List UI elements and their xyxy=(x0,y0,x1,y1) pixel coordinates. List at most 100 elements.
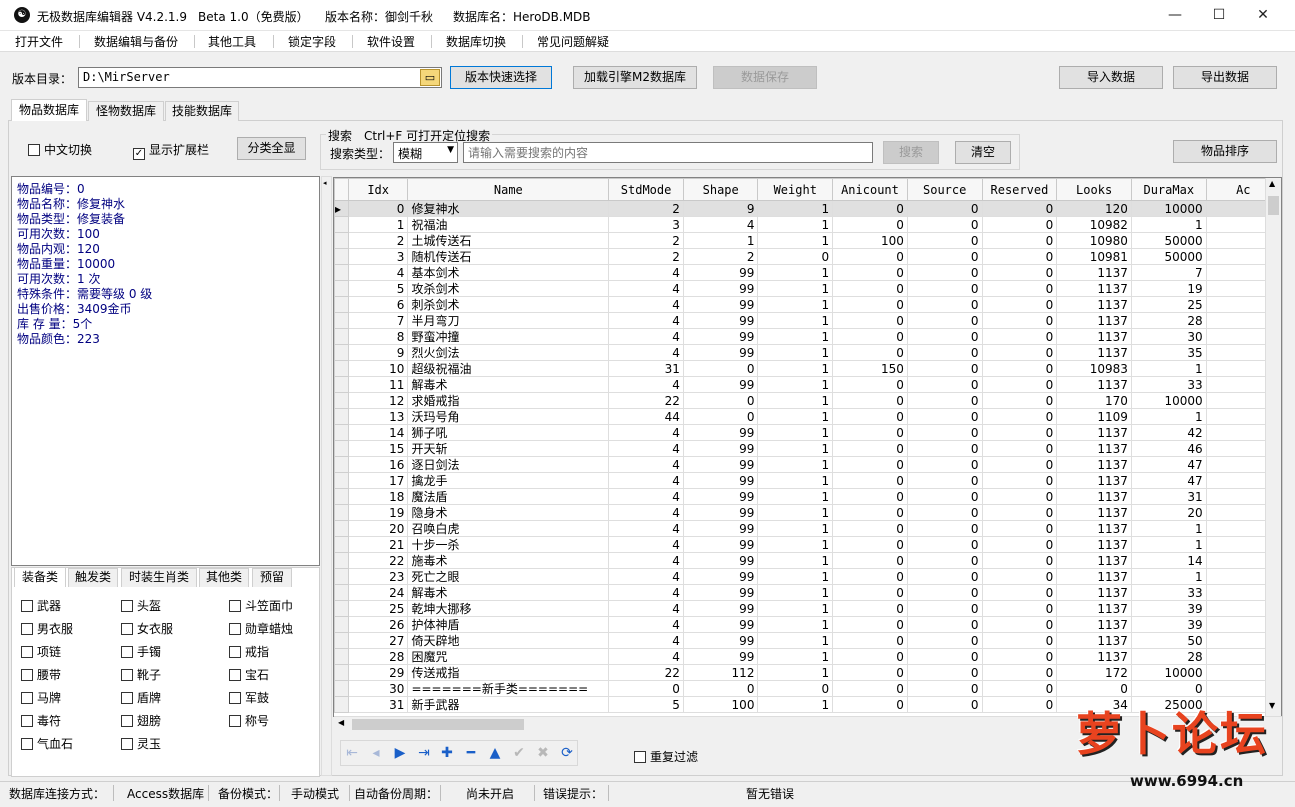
table-cell[interactable]: 0 xyxy=(832,696,908,713)
table-cell[interactable]: 7 xyxy=(347,312,409,329)
table-cell[interactable]: 1 xyxy=(757,456,834,473)
table-cell[interactable]: 0 xyxy=(906,488,983,505)
table-cell[interactable]: 0 xyxy=(906,312,983,329)
table-cell[interactable]: 26 xyxy=(347,616,409,633)
menu-faq[interactable]: 常见问题解疑 xyxy=(537,33,609,50)
table-cell[interactable]: 0 xyxy=(906,472,983,489)
table-cell[interactable]: 1137 xyxy=(1056,376,1132,393)
show-extension-checkbox[interactable]: ✓ 显示扩展栏 xyxy=(133,141,209,160)
table-row[interactable]: 6 刺杀剑术 4 99 1 0 0 0 1137 25 xyxy=(334,296,1281,313)
table-cell[interactable]: 0 xyxy=(981,376,1058,393)
table-cell[interactable]: 1 xyxy=(757,312,834,329)
table-row[interactable]: 29 传送戒指 22 112 1 0 0 0 172 10000 xyxy=(334,664,1281,681)
table-cell[interactable]: 0 xyxy=(981,568,1058,585)
table-cell[interactable]: 0 xyxy=(906,520,983,537)
table-cell[interactable]: 1 xyxy=(757,664,834,681)
table-cell[interactable]: 0 xyxy=(906,440,983,457)
column-header[interactable]: Idx xyxy=(347,178,409,201)
table-cell[interactable]: 沃玛号角 xyxy=(407,408,610,425)
up-icon[interactable]: ▲ xyxy=(485,744,505,762)
table-cell[interactable]: 4 xyxy=(608,424,684,441)
table-cell[interactable]: 烈火剑法 xyxy=(407,344,610,361)
table-cell[interactable]: 4 xyxy=(608,632,684,649)
tab-items[interactable]: 物品数据库 xyxy=(11,99,87,121)
table-cell[interactable]: 0 xyxy=(981,360,1058,377)
table-cell[interactable]: 31 xyxy=(608,360,684,377)
table-cell[interactable]: 10980 xyxy=(1056,232,1132,249)
table-cell[interactable]: 1 xyxy=(1130,568,1207,585)
table-cell[interactable]: 18 xyxy=(347,488,409,505)
table-cell[interactable]: 1 xyxy=(757,488,834,505)
table-cell[interactable]: 0 xyxy=(832,648,908,665)
table-cell[interactable]: 50 xyxy=(1130,632,1207,649)
table-cell[interactable]: 120 xyxy=(1056,200,1132,217)
table-cell[interactable]: 0 xyxy=(906,200,983,217)
table-cell[interactable]: 0 xyxy=(981,200,1058,217)
column-header[interactable]: StdMode xyxy=(608,178,684,201)
table-cell[interactable]: 1 xyxy=(757,296,834,313)
category-checkbox[interactable]: 男衣服 xyxy=(21,620,73,637)
category-checkbox[interactable]: 翅膀 xyxy=(121,712,161,729)
table-cell[interactable]: 隐身术 xyxy=(407,504,610,521)
table-cell[interactable]: 新手武器 xyxy=(407,696,610,713)
table-cell[interactable]: 野蛮冲撞 xyxy=(407,328,610,345)
table-cell[interactable]: 35 xyxy=(1130,344,1207,361)
table-cell[interactable]: 17 xyxy=(347,472,409,489)
table-cell[interactable]: 50000 xyxy=(1130,248,1207,265)
table-cell[interactable]: 0 xyxy=(832,600,908,617)
table-cell[interactable]: 1 xyxy=(757,568,834,585)
table-cell[interactable]: 0 xyxy=(906,280,983,297)
table-cell[interactable]: 4 xyxy=(608,488,684,505)
table-cell[interactable]: 10000 xyxy=(1130,392,1207,409)
table-cell[interactable]: 0 xyxy=(981,552,1058,569)
table-row[interactable]: 5 攻杀剑术 4 99 1 0 0 0 1137 19 xyxy=(334,280,1281,297)
table-cell[interactable]: 99 xyxy=(682,536,759,553)
table-cell[interactable]: 2 xyxy=(608,248,684,265)
table-cell[interactable]: 12 xyxy=(347,392,409,409)
table-cell[interactable]: 0 xyxy=(832,424,908,441)
table-cell[interactable]: 1 xyxy=(1130,216,1207,233)
table-cell[interactable]: 1 xyxy=(757,200,834,217)
table-cell[interactable]: 99 xyxy=(682,584,759,601)
table-row[interactable]: 30 =======新手类======= 0 0 0 0 0 0 0 0 xyxy=(334,680,1281,697)
category-checkbox[interactable]: 毒符 xyxy=(21,712,61,729)
table-cell[interactable]: 15 xyxy=(347,440,409,457)
table-cell[interactable]: 99 xyxy=(682,456,759,473)
table-cell[interactable]: 1137 xyxy=(1056,584,1132,601)
table-cell[interactable]: 99 xyxy=(682,616,759,633)
table-cell[interactable]: 1 xyxy=(1130,360,1207,377)
table-cell[interactable]: 0 xyxy=(981,264,1058,281)
table-cell[interactable]: 27 xyxy=(347,632,409,649)
table-cell[interactable]: 10982 xyxy=(1056,216,1132,233)
table-cell[interactable]: 0 xyxy=(981,504,1058,521)
table-cell[interactable]: 0 xyxy=(981,584,1058,601)
table-cell[interactable]: 99 xyxy=(682,632,759,649)
category-checkbox[interactable]: 武器 xyxy=(21,597,61,614)
table-cell[interactable]: 0 xyxy=(906,424,983,441)
table-cell[interactable]: 112 xyxy=(682,664,759,681)
table-cell[interactable]: 172 xyxy=(1056,664,1132,681)
table-cell[interactable]: 0 xyxy=(981,424,1058,441)
table-row[interactable]: 24 解毒术 4 99 1 0 0 0 1137 33 xyxy=(334,584,1281,601)
table-cell[interactable]: 2 xyxy=(608,200,684,217)
table-cell[interactable]: 0 xyxy=(981,696,1058,713)
table-cell[interactable]: 16 xyxy=(347,456,409,473)
table-cell[interactable]: 1 xyxy=(1130,536,1207,553)
table-cell[interactable]: 0 xyxy=(832,248,908,265)
table-cell[interactable]: 0 xyxy=(981,440,1058,457)
table-cell[interactable]: 4 xyxy=(608,616,684,633)
tab-skills[interactable]: 技能数据库 xyxy=(165,101,239,121)
table-cell[interactable]: 3 xyxy=(608,216,684,233)
table-cell[interactable]: 47 xyxy=(1130,456,1207,473)
table-cell[interactable]: 22 xyxy=(608,664,684,681)
table-cell[interactable]: 0 xyxy=(981,408,1058,425)
table-cell[interactable]: 10981 xyxy=(1056,248,1132,265)
table-cell[interactable]: 0 xyxy=(832,264,908,281)
table-cell[interactable]: 0 xyxy=(906,248,983,265)
table-cell[interactable]: 0 xyxy=(757,680,834,697)
table-row[interactable]: 3 随机传送石 2 2 0 0 0 0 10981 50000 xyxy=(334,248,1281,265)
table-cell[interactable]: 20 xyxy=(347,520,409,537)
table-row[interactable]: 26 护体神盾 4 99 1 0 0 0 1137 39 xyxy=(334,616,1281,633)
table-cell[interactable]: 0 xyxy=(981,328,1058,345)
table-cell[interactable]: 0 xyxy=(906,696,983,713)
